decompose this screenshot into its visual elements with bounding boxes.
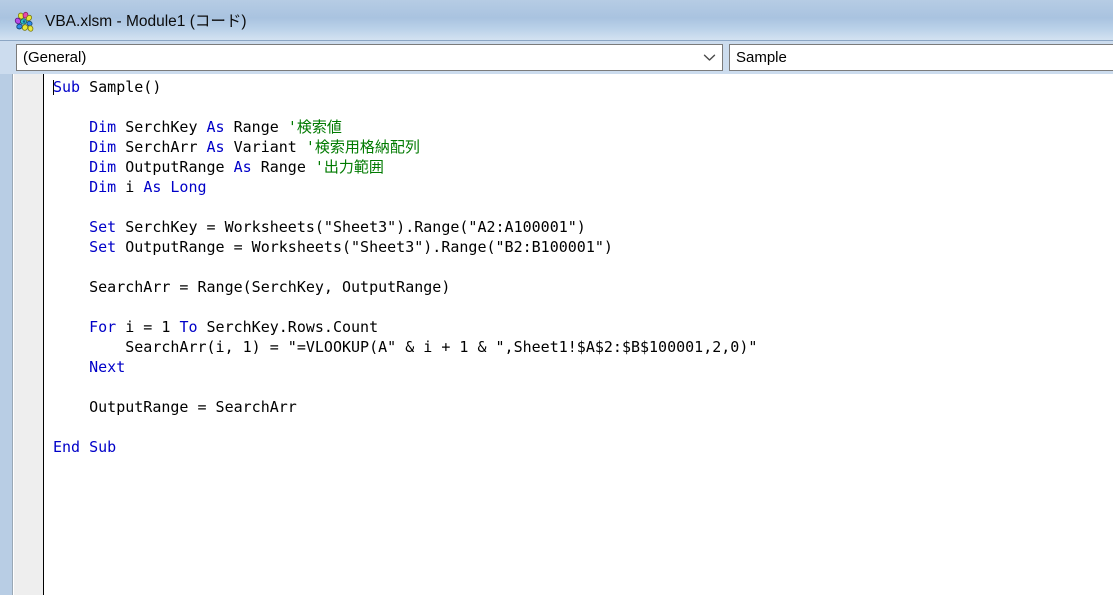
code-token: SearchArr(i, 1) = "=VLOOKUP(A" & i + 1 &…	[53, 338, 758, 356]
code-token: As	[143, 178, 171, 196]
code-token: i = 1	[125, 318, 180, 336]
code-token: As	[206, 118, 234, 136]
code-token: End Sub	[53, 438, 117, 456]
window-title: VBA.xlsm - Module1 (コード)	[45, 13, 247, 30]
code-token: To	[179, 318, 207, 336]
code-token: Variant	[233, 138, 306, 156]
object-dropdown[interactable]: (General)	[16, 44, 723, 71]
code-token: Set	[89, 218, 126, 236]
code-token: '検索用格納配列	[305, 138, 420, 156]
procedure-dropdown[interactable]: Sample	[729, 44, 1113, 71]
code-token: For	[89, 318, 126, 336]
code-token: Long	[170, 178, 207, 196]
code-token: i	[125, 178, 144, 196]
code-token: SerchKey = Worksheets("Sheet3").Range("A…	[125, 218, 586, 236]
code-token: SearchArr = Range(SerchKey, OutputRange)	[53, 278, 451, 296]
chevron-down-icon[interactable]	[696, 45, 722, 70]
code-token: Range	[233, 118, 288, 136]
code-token: '検索値	[287, 118, 342, 136]
code-token: SerchKey.Rows.Count	[206, 318, 379, 336]
code-line: Dim SerchKey As Range '検索値	[53, 117, 1113, 137]
code-token: SerchArr	[125, 138, 207, 156]
code-text-area[interactable]: Sub Sample() Dim SerchKey As Range '検索値 …	[45, 74, 1113, 595]
code-token: Set	[89, 238, 126, 256]
margin-strip	[0, 74, 13, 595]
code-token: '出力範囲	[314, 158, 384, 176]
code-token: Next	[89, 358, 126, 376]
code-token: OutputRange = SearchArr	[53, 398, 297, 416]
code-token: Sample()	[89, 78, 162, 96]
code-token: Range	[260, 158, 315, 176]
code-line: Next	[53, 357, 1113, 377]
code-token: SerchKey	[125, 118, 207, 136]
code-editor-body: Sub Sample() Dim SerchKey As Range '検索値 …	[0, 74, 1113, 595]
code-token: OutputRange = Worksheets("Sheet3").Range…	[125, 238, 613, 256]
code-token: As	[206, 138, 234, 156]
code-token: As	[233, 158, 261, 176]
code-line: OutputRange = SearchArr	[53, 397, 1113, 417]
code-token: Dim	[89, 158, 126, 176]
object-dropdown-value: (General)	[23, 49, 87, 66]
code-line: Dim i As Long	[53, 177, 1113, 197]
code-token: Dim	[89, 138, 126, 156]
procedure-dropdown-value: Sample	[736, 49, 787, 66]
code-line: End Sub	[53, 437, 1113, 457]
code-lines: Sub Sample() Dim SerchKey As Range '検索値 …	[45, 74, 1113, 457]
code-pane-header: (General) Sample	[0, 41, 1113, 74]
code-line: Dim SerchArr As Variant '検索用格納配列	[53, 137, 1113, 157]
code-line: Set SerchKey = Worksheets("Sheet3").Rang…	[53, 217, 1113, 237]
code-line: Dim OutputRange As Range '出力範囲	[53, 157, 1113, 177]
code-token: Dim	[89, 118, 126, 136]
vba-module-icon	[14, 11, 38, 33]
code-line: SearchArr(i, 1) = "=VLOOKUP(A" & i + 1 &…	[53, 337, 1113, 357]
vba-editor-window: VBA.xlsm - Module1 (コード) (General) Sampl…	[0, 0, 1113, 595]
code-line: Set OutputRange = Worksheets("Sheet3").R…	[53, 237, 1113, 257]
code-line: For i = 1 To SerchKey.Rows.Count	[53, 317, 1113, 337]
margin-indicator-bar[interactable]	[14, 74, 44, 595]
code-token: OutputRange	[125, 158, 234, 176]
title-bar: VBA.xlsm - Module1 (コード)	[0, 0, 1113, 41]
code-token: Dim	[89, 178, 126, 196]
code-line: Sub Sample()	[53, 77, 1113, 97]
code-line: SearchArr = Range(SerchKey, OutputRange)	[53, 277, 1113, 297]
code-token: Sub	[53, 78, 90, 96]
title-bar-content: VBA.xlsm - Module1 (コード)	[14, 10, 247, 34]
